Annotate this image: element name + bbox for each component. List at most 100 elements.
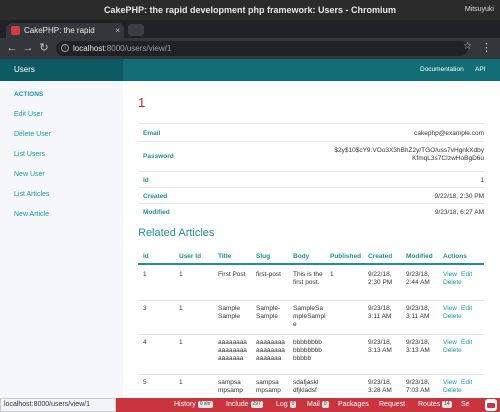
nav-documentation[interactable]: Documentation [420,59,464,81]
cell-id: 3 [143,305,147,312]
debug-panel-label: Include [226,401,249,408]
field-value: 1 [480,177,484,184]
tab-close-icon[interactable]: × [115,23,120,38]
debug-panel-routes[interactable]: Routes 14 [418,398,452,412]
debug-panel-badge: 14 [442,401,452,408]
field-row-modified: Modified 9/23/18, 6:27 AM [138,203,484,219]
cell-slug: aaaaaaaaaaaaaaaaaaaaaaa [256,339,285,362]
forward-icon[interactable]: → [21,41,35,55]
cell-modified: 9/23/18, 3:11 AM [406,305,430,320]
cell-title: sampsa mpsamp [218,379,243,394]
cell-created: 9/23/18, 3:11 AM [368,305,392,320]
nav-api[interactable]: API [475,59,485,81]
page-title: 1 [138,95,146,110]
field-row-id: Id 1 [138,171,484,187]
sidebar-link-edit-user[interactable]: Edit User [14,111,43,118]
action-view-link[interactable]: View [443,271,457,279]
debug-panel-packages[interactable]: Packages [338,398,369,412]
debugkit-toolbar: History 0 xhr Include 297 Log 0 Mail 0 P… [116,398,500,412]
column-header-id[interactable]: Id [143,253,149,260]
bookmark-star-icon[interactable]: ☆ [463,41,472,52]
debug-panel-label: Mail [307,401,320,408]
actions-heading: ACTIONS [14,91,44,98]
debug-panel-history[interactable]: History 0 xhr [174,398,213,412]
field-label: Email [143,130,161,137]
address-bar[interactable]: i localhost:8000/users/view/1 [56,41,468,56]
browser-menu-icon[interactable]: ⋮ [481,41,492,54]
debugkit-cake-icon[interactable] [485,399,497,411]
app-topbar: Users Documentation API [0,59,500,81]
column-header-body[interactable]: Body [293,253,309,260]
cell-slug: sampsa mpsamp [256,379,281,394]
site-info-icon[interactable]: i [61,44,69,52]
action-view-link[interactable]: View [443,339,457,347]
debug-panel-label: Log [276,401,288,408]
cell-modified: 9/23/18, 7:03 AM [406,379,430,394]
cell-id: 5 [143,379,147,386]
action-view-link[interactable]: View [443,379,457,387]
debug-panel-badge: 0 [289,401,297,408]
debug-panel-label: History [174,401,196,408]
table-row: 3 1 Sample Sample Sample-Sample SampleSa… [138,301,484,335]
action-edit-link[interactable]: Edit [461,379,472,387]
cell-created: 9/22/18, 2:30 PM [368,271,393,286]
column-header-slug[interactable]: Slug [256,253,270,260]
debug-panel-session[interactable]: Se [461,398,470,412]
field-value: 9/23/18, 6:27 AM [434,209,484,216]
sidebar-link-list-articles[interactable]: List Articles [14,191,49,198]
action-edit-link[interactable]: Edit [461,305,472,313]
url-path: :8000/users/view/1 [104,44,172,53]
column-header-title[interactable]: Title [218,253,231,260]
window-title: CakePHP: the rapid development php frame… [103,5,397,15]
browser-tab[interactable]: CakePHP: the rapid × [6,23,124,38]
field-row-email: Email cakephp@example.com [138,123,484,141]
field-row-password: Password $2y$10$cY9.VOo3X3hBhZ2y/TGO/uss… [138,141,484,171]
sidebar-link-delete-user[interactable]: Delete User [14,131,51,138]
column-header-published[interactable]: Published [330,253,361,260]
action-delete-link[interactable]: Delete [443,387,462,395]
debug-panel-include[interactable]: Include 297 [226,398,263,412]
cell-created: 9/23/18, 3:13 AM [368,339,392,354]
column-header-created[interactable]: Created [368,253,392,260]
field-value: $2y$10$cY9.VOo3X3hBhZ2y/TGO/uss7vHgnkXdb… [334,147,484,162]
table-row: 1 1 First Post first-post This is the fi… [138,267,484,301]
cell-user-id: 1 [179,305,183,312]
sidebar-link-new-user[interactable]: New User [14,171,45,178]
action-delete-link[interactable]: Delete [443,313,462,321]
action-delete-link[interactable]: Delete [443,279,462,287]
column-header-user-id[interactable]: User Id [179,253,201,260]
column-header-modified[interactable]: Modified [406,253,433,260]
cell-slug: Sample-Sample [256,305,281,320]
cell-body: SampleSampleSample [293,305,326,328]
sidebar-link-list-users[interactable]: List Users [14,151,45,158]
debug-panel-label: Routes [418,401,441,408]
cell-body: This is the first post. [293,271,323,286]
action-view-link[interactable]: View [443,305,457,313]
cell-title: aaaaaaaaaaaaaaaaaaaaaaa [218,339,247,362]
cell-title: Sample Sample [218,305,241,320]
cell-user-id: 1 [179,339,183,346]
field-value: 9/22/18, 2:30 PM [434,193,484,200]
brand-title[interactable]: Users [14,59,35,81]
cell-id: 4 [143,339,147,346]
debug-panel-request[interactable]: Request [379,398,405,412]
reload-icon[interactable]: ↻ [37,41,51,55]
related-articles-heading: Related Articles [138,227,215,239]
debug-panel-log[interactable]: Log 0 [276,398,297,412]
debug-panel-badge: 0 [321,401,329,408]
action-edit-link[interactable]: Edit [461,271,472,279]
tab-title: CakePHP: the rapid [24,26,95,35]
cell-published: 1 [330,271,334,278]
cell-user-id: 1 [179,271,183,278]
action-delete-link[interactable]: Delete [443,347,462,355]
cell-slug: first-post [256,271,281,278]
field-label: Created [143,193,168,200]
sidebar-link-new-article[interactable]: New Article [14,211,49,218]
back-icon[interactable]: ← [5,41,19,55]
new-tab-button[interactable] [128,24,144,36]
debug-panel-mail[interactable]: Mail 0 [307,398,329,412]
cell-user-id: 1 [179,379,183,386]
action-edit-link[interactable]: Edit [461,339,472,347]
table-header: Id User Id Title Slug Body Published Cre… [138,253,484,265]
browser-toolbar: ← → ↻ i localhost:8000/users/view/1 ☆ ⋮ [0,38,500,59]
